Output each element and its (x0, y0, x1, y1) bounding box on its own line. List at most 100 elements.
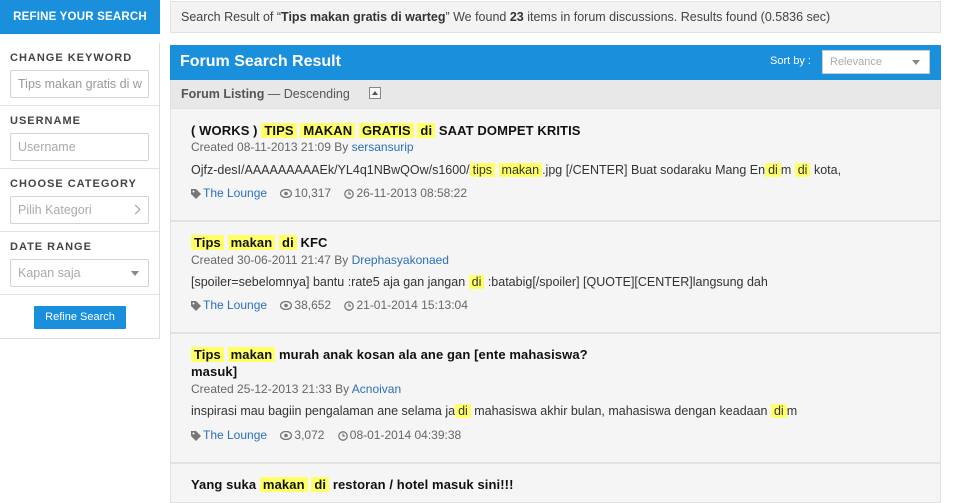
caret-down-icon (131, 271, 139, 276)
view-count: 10,317 (294, 186, 332, 200)
text-segment: restoran / hotel masuk sini!!! (329, 477, 514, 492)
summary-count: 23 (509, 10, 524, 24)
keyword-highlight: makan (227, 347, 276, 362)
keyword-highlight: di (417, 123, 436, 138)
result-stats: The Lounge 3,072 08-01-2014 04:39:38 (191, 428, 471, 442)
text-segment: m (786, 404, 798, 418)
listing-order: — Descending (264, 87, 350, 101)
filter-date-range: DATE RANGE Kapan saja (0, 232, 159, 295)
text-segment: Ojfz-desI/AAAAAAAAAEk/YL4q1NBwQOw/s1600/ (191, 163, 470, 177)
caret-down-icon (912, 60, 920, 65)
result-meta: Created 30-06-2011 21:47 By Drephasyakon… (191, 253, 449, 267)
keyword-highlight: di (770, 404, 787, 418)
result-item: Tips makan di KFC Created 30-06-2011 21:… (170, 221, 941, 333)
forum-listing-bar: Forum Listing — Descending (170, 80, 941, 108)
text-segment: mahasiswa akhir bulan, mahasiswa dengan … (470, 404, 771, 418)
keyword-highlight: di (794, 163, 811, 177)
author-link[interactable]: sersansurip (352, 140, 414, 154)
username-input[interactable]: Username (10, 133, 149, 161)
text-segment: .jpg [/CENTER] Buat sodaraku Mang En (542, 163, 766, 177)
date-range-label: DATE RANGE (10, 241, 92, 253)
last-post-date: 21-01-2014 15:13:04 (356, 298, 468, 312)
refine-header: REFINE YOUR SEARCH (0, 0, 160, 34)
eye-icon (280, 431, 293, 441)
summary-query: Tips makan gratis di warteg (281, 10, 446, 24)
result-title[interactable]: Tips makan murah anak kosan ala ane gan … (191, 346, 588, 380)
text-segment: masuk] (191, 364, 238, 379)
tag-icon (191, 188, 201, 199)
category-label: CHOOSE CATEGORY (10, 178, 137, 190)
collapse-icon[interactable] (369, 87, 381, 99)
result-snippet: Ojfz-desI/AAAAAAAAAEk/YL4q1NBwQOw/s1600/… (191, 163, 841, 177)
clock-icon (337, 430, 348, 441)
text-segment: m (780, 163, 795, 177)
keyword-highlight: di (279, 235, 297, 250)
keyword-highlight: di (468, 275, 485, 289)
sort-label: Sort by : (770, 55, 811, 67)
filter-keyword: CHANGE KEYWORD Tips makan gratis di w (0, 43, 159, 106)
forum-title: Forum Search Result (180, 53, 341, 70)
keyword-highlight: di (765, 163, 781, 177)
keyword-highlight: di (311, 477, 330, 492)
result-stats: The Lounge 10,317 26-11-2013 08:58:22 (191, 186, 477, 200)
username-label: USERNAME (10, 115, 81, 127)
keyword-highlight: TIPS (261, 123, 297, 138)
summary-suffix: items in forum discussions. Results foun… (523, 10, 831, 24)
text-segment: inspirasi mau bagiin pengalaman ane sela… (191, 404, 456, 418)
text-segment: [spoiler=sebelomnya] bantu :rate5 aja ga… (191, 275, 469, 289)
text-segment: ( WORKS ) (191, 123, 262, 138)
category-link[interactable]: The Lounge (203, 428, 267, 442)
text-segment: KFC (296, 235, 328, 250)
view-count: 3,072 (294, 428, 325, 442)
keyword-highlight: makan (498, 163, 543, 177)
category-value: Pilih Kategori (18, 203, 92, 217)
result-title[interactable]: Yang suka makan di restoran / hotel masu… (191, 476, 514, 493)
filter-username: USERNAME Username (0, 106, 159, 169)
text-segment: kota, (810, 163, 842, 177)
text-segment: Yang suka (191, 477, 260, 492)
clock-icon (344, 300, 355, 311)
created-text: Created 25-12-2013 21:33 By (191, 382, 352, 396)
author-link[interactable]: Acnoivan (352, 382, 401, 396)
keyword-label: CHANGE KEYWORD (10, 52, 133, 64)
category-link[interactable]: The Lounge (203, 186, 267, 200)
filter-category: CHOOSE CATEGORY Pilih Kategori (0, 169, 159, 232)
eye-icon (280, 301, 293, 311)
refine-search-button[interactable]: Refine Search (34, 306, 126, 329)
created-text: Created 30-06-2011 21:47 By (191, 253, 352, 267)
keyword-input[interactable]: Tips makan gratis di w (10, 70, 149, 98)
category-select[interactable]: Pilih Kategori (10, 196, 149, 224)
keyword-highlight: makan (227, 235, 276, 250)
result-snippet: inspirasi mau bagiin pengalaman ane sela… (191, 404, 797, 418)
keyword-highlight: makan (259, 477, 308, 492)
keyword-highlight: di (455, 404, 471, 418)
result-meta: Created 08-11-2013 21:09 By sersansurip (191, 140, 414, 154)
sidebar: REFINE YOUR SEARCH CHANGE KEYWORD Tips m… (0, 0, 160, 489)
date-range-select[interactable]: Kapan saja (10, 259, 149, 287)
result-title[interactable]: ( WORKS ) TIPS MAKAN GRATIS di SAAT DOMP… (191, 122, 581, 139)
clock-icon (344, 188, 355, 199)
sort-value: Relevance (830, 56, 882, 68)
category-link[interactable]: The Lounge (203, 298, 267, 312)
result-meta: Created 25-12-2013 21:33 By Acnoivan (191, 382, 401, 396)
text-segment: :batabig[/spoiler] [QUOTE][CENTER]langsu… (484, 275, 768, 289)
result-stats: The Lounge 38,652 21-01-2014 15:13:04 (191, 298, 478, 312)
text-segment: murah anak kosan ala ane gan [ente mahas… (275, 347, 588, 362)
summary-prefix: Search Result of “ (181, 10, 282, 24)
result-item: Tips makan murah anak kosan ala ane gan … (170, 333, 941, 463)
result-snippet: [spoiler=sebelomnya] bantu :rate5 aja ga… (191, 275, 768, 289)
tag-icon (191, 300, 201, 311)
search-summary: Search Result of “Tips makan gratis di w… (170, 1, 941, 33)
author-link[interactable]: Drephasyakonaed (352, 253, 449, 267)
tag-icon (191, 430, 201, 441)
forum-header: Forum Search Result Sort by : Relevance (170, 45, 941, 80)
last-post-date: 08-01-2014 04:39:38 (349, 428, 462, 442)
result-title[interactable]: Tips makan di KFC (191, 234, 328, 251)
eye-icon (280, 189, 293, 199)
sort-select[interactable]: Relevance (822, 50, 930, 74)
date-range-value: Kapan saja (18, 266, 81, 280)
keyword-highlight: Tips (191, 235, 224, 250)
created-text: Created 08-11-2013 21:09 By (191, 140, 352, 154)
last-post-date: 26-11-2013 08:58:22 (356, 186, 467, 200)
keyword-highlight: tips (469, 163, 496, 177)
